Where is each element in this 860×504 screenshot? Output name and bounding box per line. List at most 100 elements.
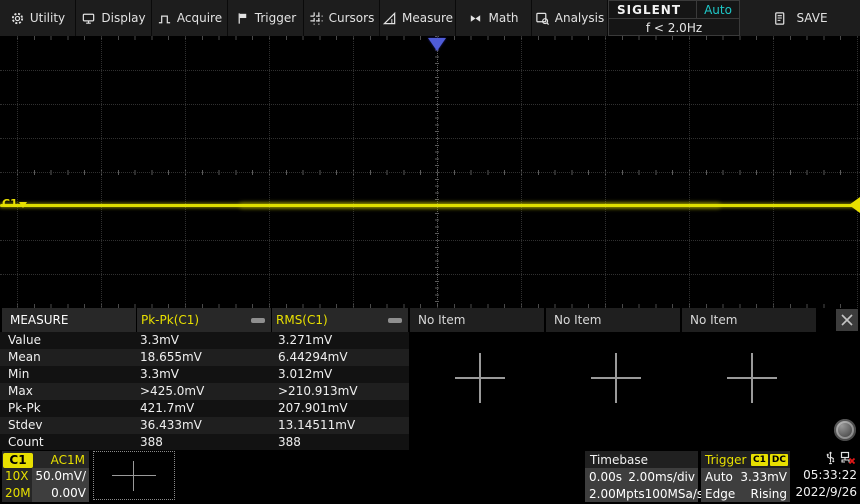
- measure-column-pkpk[interactable]: Pk-Pk(C1): [137, 308, 271, 332]
- magnifier-icon: [535, 11, 550, 26]
- bowtie-icon: [468, 11, 483, 26]
- channel1-descriptor[interactable]: C1 AC1M 10X 50.0mV/ 20M 0.00V: [2, 451, 89, 502]
- measure-row-value: Value 3.3mV 3.271mV: [0, 332, 409, 349]
- clock-panel: 05:33:22 2022/9/26: [792, 451, 858, 502]
- trigger-level: 3.33mV: [740, 469, 787, 484]
- grid-line: [857, 36, 858, 308]
- menu-item-analysis[interactable]: Analysis: [532, 0, 608, 36]
- save-icon: [772, 11, 787, 26]
- monitor-icon: [81, 11, 96, 26]
- grid-line: [0, 138, 860, 139]
- trigger-position-icon[interactable]: [428, 38, 446, 51]
- row-value: >425.0mV: [140, 384, 205, 398]
- menu-item-label: Acquire: [176, 11, 223, 25]
- row-value: 421.7mV: [140, 401, 195, 415]
- row-label: Pk-Pk: [8, 401, 41, 415]
- measure-column-rms[interactable]: RMS(C1): [272, 308, 408, 332]
- bottom-bar: C1 AC1M 10X 50.0mV/ 20M 0.00V Timebase 0…: [0, 450, 860, 504]
- menu-item-label: Math: [488, 11, 519, 25]
- grid-line: [0, 240, 860, 241]
- menu-bar: Utility Display Acquire Trigger Cursors: [0, 0, 860, 36]
- trigger-type: Edge: [705, 486, 736, 501]
- row-label: Value: [8, 333, 41, 347]
- crosshair-grid-icon: [309, 11, 324, 26]
- menu-item-display[interactable]: Display: [76, 0, 152, 36]
- menu-item-acquire[interactable]: Acquire: [152, 0, 228, 36]
- measure-row-count: Count 388 388: [0, 434, 409, 451]
- trigger-descriptor[interactable]: Trigger C1 DC Auto 3.33mV Edge Rising: [701, 451, 790, 502]
- channel1-badge: C1: [3, 452, 33, 468]
- plus-icon: [112, 475, 156, 476]
- trigger-mode: Auto: [705, 469, 733, 484]
- row-value: 3.271mV: [278, 333, 333, 347]
- measure-row-stdev: Stdev 36.433mV 13.14511mV: [0, 417, 409, 434]
- trigger-source-badge: C1: [751, 453, 768, 466]
- row-value: 6.44294mV: [278, 350, 348, 364]
- gear-icon: [10, 11, 25, 26]
- plus-icon: [727, 353, 777, 403]
- row-value: >210.913mV: [278, 384, 358, 398]
- trigger-slope: Rising: [750, 486, 787, 501]
- row-value: 36.433mV: [140, 418, 202, 432]
- plus-icon: [455, 353, 505, 403]
- menu-item-label: Measure: [402, 11, 453, 25]
- row-value: 3.012mV: [278, 367, 333, 381]
- menu-item-math[interactable]: Math: [456, 0, 532, 36]
- trigger-level-icon[interactable]: [849, 197, 860, 213]
- minus-icon[interactable]: [388, 318, 402, 323]
- menu-item-utility[interactable]: Utility: [0, 0, 76, 36]
- add-measurement-button[interactable]: [453, 351, 507, 405]
- timebase-delay: 0.00s: [589, 469, 622, 484]
- channel1-scale: 50.0mV/: [32, 468, 89, 485]
- measure-column-empty-3[interactable]: No Item: [682, 308, 816, 332]
- save-button[interactable]: SAVE: [740, 0, 860, 36]
- channel1-bandwidth: 20M: [2, 485, 32, 502]
- channel1-offset-marker[interactable]: C1: [2, 197, 27, 210]
- row-value: 13.14511mV: [278, 418, 356, 432]
- close-measure-button[interactable]: [836, 309, 858, 331]
- row-value: 388: [140, 435, 163, 449]
- menu-item-label: Cursors: [328, 11, 375, 25]
- row-value: 18.655mV: [140, 350, 202, 364]
- acquisition-status: Auto: [696, 1, 739, 18]
- measure-column-empty-2[interactable]: No Item: [546, 308, 680, 332]
- timebase-scale: 2.00ms/div: [628, 469, 695, 484]
- channel1-coupling: AC1M: [50, 452, 85, 467]
- trigger-title: Trigger: [705, 452, 747, 467]
- trigger-position-line: [437, 50, 438, 306]
- down-arrow-icon: [18, 202, 27, 208]
- measure-row-min: Min 3.3mV 3.012mV: [0, 366, 409, 383]
- timebase-descriptor[interactable]: Timebase 0.00s 2.00ms/div 2.00Mpts 100MSa/…: [585, 451, 703, 502]
- oscilloscope-screen: Utility Display Acquire Trigger Cursors: [0, 0, 860, 504]
- menu-item-trigger[interactable]: Trigger: [228, 0, 304, 36]
- channel1-probe: 10X: [2, 468, 32, 485]
- sphere-icon[interactable]: [834, 419, 856, 441]
- menu-item-cursors[interactable]: Cursors: [304, 0, 380, 36]
- row-value: 388: [278, 435, 301, 449]
- add-measurement-button[interactable]: [589, 351, 643, 405]
- grid-line: [0, 70, 860, 71]
- measure-column-empty-1[interactable]: No Item: [410, 308, 544, 332]
- row-label: Stdev: [8, 418, 43, 432]
- usb-icon: [824, 451, 837, 468]
- trigger-status-box[interactable]: SIGLENT Auto f < 2.0Hz: [608, 0, 740, 36]
- row-label: Mean: [8, 350, 41, 364]
- close-icon: [841, 314, 853, 326]
- menu-item-label: Utility: [29, 11, 66, 25]
- minus-icon[interactable]: [251, 318, 265, 323]
- measure-panel-title: MEASURE: [2, 308, 136, 332]
- add-measurement-button[interactable]: [725, 351, 779, 405]
- menu-item-measure[interactable]: Measure: [380, 0, 456, 36]
- channel1-offset: 0.00V: [32, 485, 89, 502]
- channel1-offset-label: C1: [2, 197, 18, 210]
- timebase-sample-rate: 100MSa/s: [644, 486, 704, 501]
- plus-icon: [591, 353, 641, 403]
- trigger-coupling-badge: DC: [769, 453, 788, 466]
- timebase-points: 2.00Mpts: [589, 486, 645, 501]
- row-value: 3.3mV: [140, 367, 179, 381]
- row-label: Min: [8, 367, 30, 381]
- menu-item-label: Analysis: [554, 11, 605, 25]
- measure-column-label: RMS(C1): [276, 313, 328, 327]
- add-channel-button[interactable]: [93, 451, 175, 500]
- timebase-title: Timebase: [585, 451, 698, 468]
